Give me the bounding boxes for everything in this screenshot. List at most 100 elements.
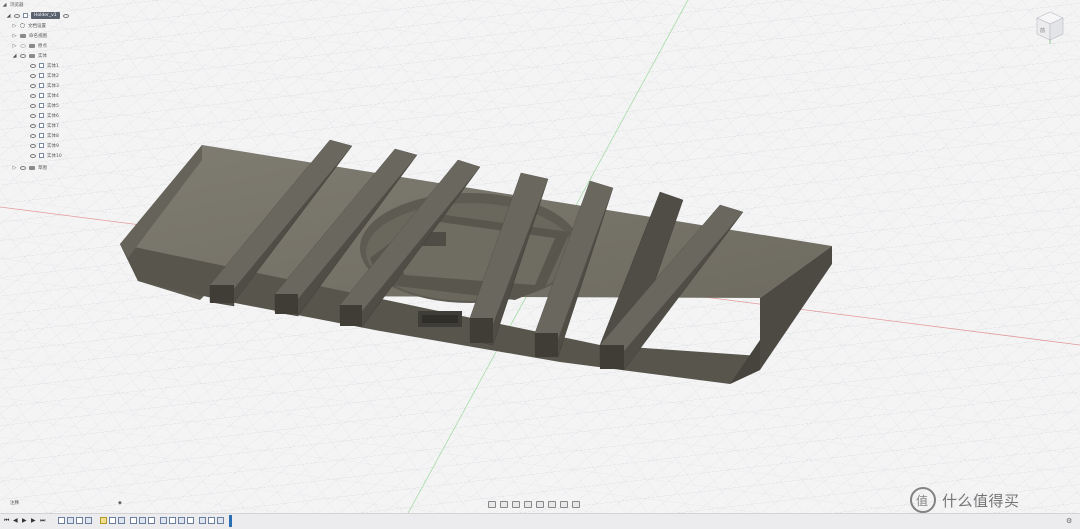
play-icon[interactable]: ▶ xyxy=(22,517,27,524)
timeline-feature[interactable] xyxy=(118,517,125,524)
browser-item-origin[interactable]: ▷ 原点 xyxy=(12,41,47,50)
visibility-icon[interactable] xyxy=(30,93,36,98)
navigation-toolbar xyxy=(488,499,580,509)
body-icon xyxy=(39,103,44,108)
watermark: 值 什么值得买 xyxy=(910,482,1020,518)
viewcube[interactable]: 前 xyxy=(1035,10,1065,44)
browser-item-body[interactable]: 实体9 xyxy=(30,141,59,150)
browser-item-body[interactable]: 实体1 xyxy=(30,61,59,70)
component-icon xyxy=(23,13,28,18)
radio-icon[interactable] xyxy=(62,13,69,18)
orbit-icon[interactable] xyxy=(488,500,496,508)
smzdm-logo-icon: 值 xyxy=(910,487,936,513)
visibility-icon[interactable] xyxy=(20,53,26,58)
folder-icon xyxy=(29,43,35,48)
body-icon xyxy=(39,123,44,128)
gear-icon xyxy=(20,23,25,28)
chevron-down-icon[interactable]: ◢ xyxy=(6,13,11,19)
browser-root[interactable]: ◢ Holder_v1 xyxy=(6,11,69,20)
grid-settings-icon[interactable] xyxy=(560,500,568,508)
visibility-icon[interactable] xyxy=(30,63,36,68)
folder-icon xyxy=(29,53,35,58)
root-component-label: Holder_v1 xyxy=(31,12,60,19)
look-at-icon[interactable] xyxy=(500,500,508,508)
timeline-feature[interactable] xyxy=(160,517,167,524)
browser-item-named-views[interactable]: ▷ 命名视图 xyxy=(12,31,47,40)
body-icon xyxy=(39,73,44,78)
go-to-end-icon[interactable]: ⏭ xyxy=(40,517,45,525)
browser-title: 浏览器 xyxy=(10,2,24,8)
svg-text:值: 值 xyxy=(916,493,928,508)
browser-item-body[interactable]: 实体6 xyxy=(30,111,59,120)
viewports-icon[interactable] xyxy=(572,500,580,508)
folder-icon xyxy=(20,33,26,38)
browser-item-body[interactable]: 实体3 xyxy=(30,81,59,90)
visibility-icon[interactable] xyxy=(30,113,36,118)
chevron-right-icon[interactable]: ▷ xyxy=(12,23,17,29)
timeline-feature[interactable] xyxy=(199,517,206,524)
browser-item-body[interactable]: 实体5 xyxy=(30,101,59,110)
browser-panel: ◢ 浏览器 ◢ Holder_v1 ▷ 文档设置 ▷ 命名视图 ▷ 原点 ◢ 实… xyxy=(2,0,132,175)
browser-header: ◢ 浏览器 xyxy=(2,0,132,9)
timeline-feature[interactable] xyxy=(217,517,224,524)
step-forward-icon[interactable]: ▶ xyxy=(31,517,36,524)
timeline-feature[interactable] xyxy=(169,517,176,524)
viewcube-face-label: 前 xyxy=(1040,27,1045,34)
browser-item-body[interactable]: 实体7 xyxy=(30,121,59,130)
timeline-marker[interactable] xyxy=(229,515,232,527)
browser-item-body[interactable]: 实体4 xyxy=(30,91,59,100)
timeline-feature[interactable] xyxy=(100,517,107,524)
chevron-right-icon[interactable]: ▷ xyxy=(12,33,17,39)
body-icon xyxy=(39,93,44,98)
body-icon xyxy=(39,153,44,158)
timeline-feature[interactable] xyxy=(139,517,146,524)
visibility-icon[interactable] xyxy=(30,143,36,148)
visibility-icon[interactable] xyxy=(20,43,26,48)
canvas-viewport[interactable] xyxy=(0,0,1080,528)
visibility-icon[interactable] xyxy=(30,123,36,128)
timeline-feature[interactable] xyxy=(109,517,116,524)
visibility-icon[interactable] xyxy=(30,83,36,88)
collapse-icon[interactable]: ◢ xyxy=(2,2,7,8)
zoom-icon[interactable] xyxy=(524,500,532,508)
body-icon xyxy=(39,143,44,148)
visibility-icon[interactable] xyxy=(30,133,36,138)
browser-item-body[interactable]: 实体8 xyxy=(30,131,59,140)
gear-icon[interactable]: ⚙ xyxy=(1066,517,1072,525)
visibility-icon[interactable] xyxy=(14,13,20,18)
timeline-feature[interactable] xyxy=(148,517,155,524)
plus-icon[interactable]: ◆ xyxy=(118,500,122,506)
display-settings-icon[interactable] xyxy=(548,500,556,508)
pan-icon[interactable] xyxy=(512,500,520,508)
browser-item-sketches[interactable]: ▷ 草图 xyxy=(12,163,47,172)
browser-item-bodies[interactable]: ◢ 实体 xyxy=(12,51,47,60)
timeline-feature[interactable] xyxy=(58,517,65,524)
visibility-icon[interactable] xyxy=(20,165,26,170)
body-icon xyxy=(39,113,44,118)
chevron-right-icon[interactable]: ▷ xyxy=(12,165,17,171)
browser-item-body[interactable]: 实体2 xyxy=(30,71,59,80)
folder-icon xyxy=(29,165,35,170)
visibility-icon[interactable] xyxy=(30,153,36,158)
browser-item-body[interactable]: 实体10 xyxy=(30,151,62,160)
body-icon xyxy=(39,63,44,68)
chevron-right-icon[interactable]: ▷ xyxy=(12,43,17,49)
visibility-icon[interactable] xyxy=(30,103,36,108)
timeline-feature[interactable] xyxy=(208,517,215,524)
fit-icon[interactable] xyxy=(536,500,544,508)
timeline-feature[interactable] xyxy=(178,517,185,524)
timeline-feature[interactable] xyxy=(76,517,83,524)
step-back-icon[interactable]: ◀ xyxy=(13,517,18,524)
timeline-feature[interactable] xyxy=(67,517,74,524)
watermark-text: 什么值得买 xyxy=(942,491,1020,510)
comments-panel-label[interactable]: 注释 xyxy=(10,500,19,506)
body-icon xyxy=(39,83,44,88)
chevron-down-icon[interactable]: ◢ xyxy=(12,53,17,59)
timeline-feature[interactable] xyxy=(187,517,194,524)
go-to-start-icon[interactable]: ⏮ xyxy=(4,517,9,525)
visibility-icon[interactable] xyxy=(30,73,36,78)
timeline-feature[interactable] xyxy=(130,517,137,524)
timeline-feature[interactable] xyxy=(85,517,92,524)
body-icon xyxy=(39,133,44,138)
browser-item-document-settings[interactable]: ▷ 文档设置 xyxy=(12,21,46,30)
